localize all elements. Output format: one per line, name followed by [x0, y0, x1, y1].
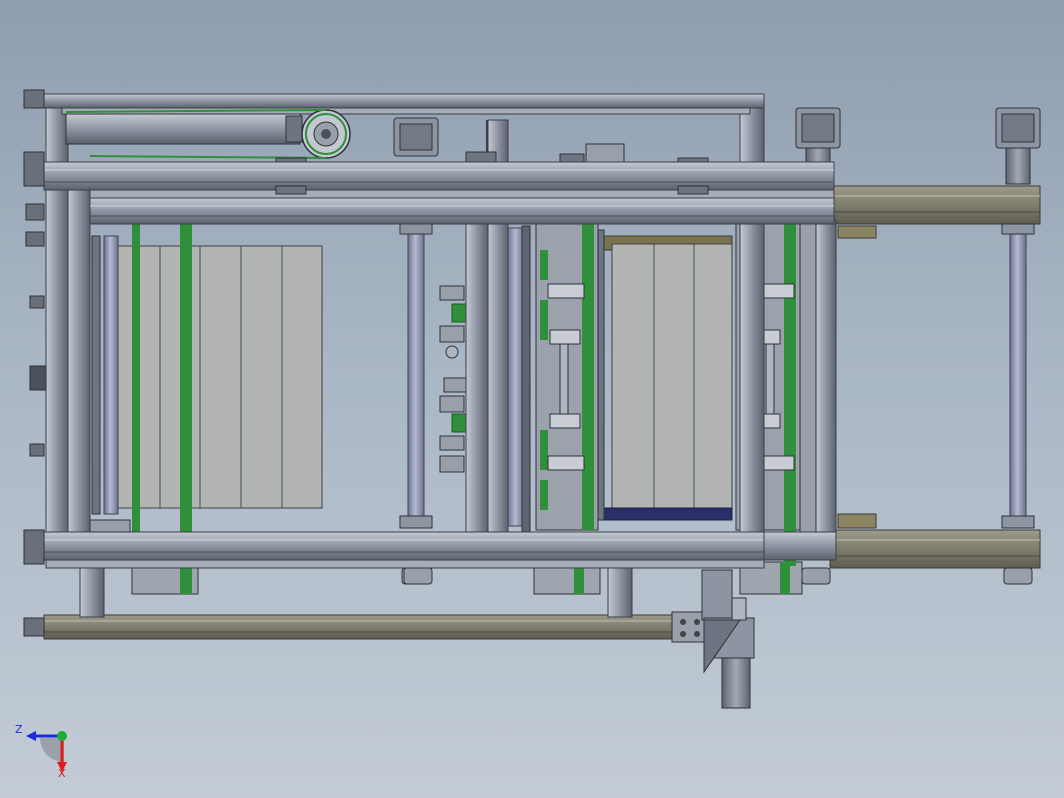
valve-cluster — [439, 285, 467, 473]
triad-base-icon — [40, 738, 64, 762]
frame-top — [43, 93, 765, 167]
cad-model-drawing[interactable]: Z X — [0, 0, 1064, 798]
carriage-center — [535, 190, 599, 531]
right-panel-stack — [595, 229, 733, 521]
frame-upper-beam — [43, 161, 835, 225]
triad-x-label: X — [58, 767, 66, 780]
triad-y-axis-dot-icon — [57, 731, 67, 741]
triad-z-label: Z — [15, 723, 23, 736]
middle-roller — [399, 223, 433, 585]
left-panel-stack — [91, 235, 323, 515]
right-extension — [829, 185, 1041, 585]
coordinate-triad: Z X — [15, 723, 67, 780]
triad-z-arrow-icon — [26, 731, 36, 741]
left-end-fittings — [23, 89, 47, 565]
lower-legs — [79, 561, 803, 618]
graphics-viewport[interactable]: Z X — [0, 0, 1064, 798]
lower-rail — [23, 611, 709, 643]
